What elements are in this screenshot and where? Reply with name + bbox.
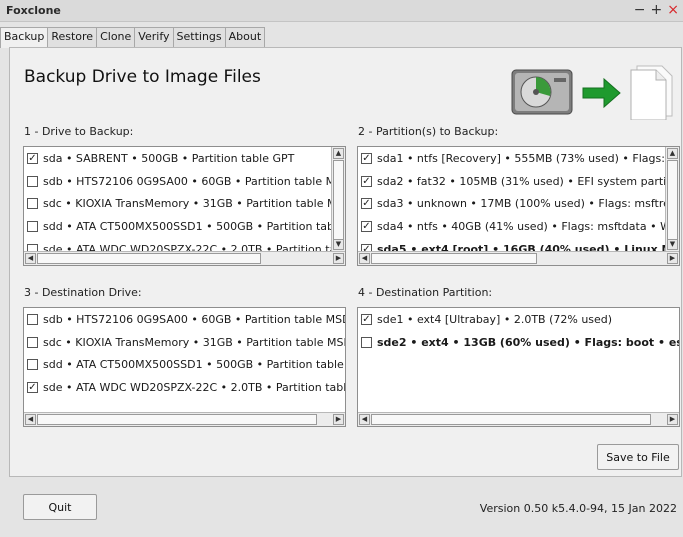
checkbox[interactable] [27,198,38,210]
scroll-left-icon[interactable]: ◀ [25,253,36,264]
destination-partition-label: 4 - Destination Partition: [358,286,493,299]
scroll-down-icon[interactable]: ▼ [333,239,344,250]
destination-drive-list[interactable]: sdb • HTS72106 0G9SA00 • 60GB • Partitio… [23,307,346,427]
list-item[interactable]: ✓ sde • ATA WDC WD20SPZX-22C • 2.0TB • Pa… [24,376,345,399]
tab-verify[interactable]: Verify [134,27,174,47]
list-item[interactable]: ✓ sda5 • ext4 [root] • 16GB (40% used) • … [358,238,665,251]
close-icon[interactable]: × [667,1,679,19]
vertical-scrollbar[interactable]: ▲ ▼ [665,147,679,251]
green-arrow-right-icon [582,77,621,109]
hero-illustration [511,65,673,120]
checkbox[interactable]: ✓ [361,175,372,187]
maximize-icon[interactable]: + [651,1,663,19]
list-item[interactable]: ✓ sda1 • ntfs [Recovery] • 555MB (73% use… [358,147,665,170]
scroll-left-icon[interactable]: ◀ [25,414,36,425]
list-item[interactable]: ✓ sda • SABRENT • 500GB • Partition table… [24,147,331,170]
window-title: Foxclone [6,4,61,17]
list-item[interactable]: ✓ sda3 • unknown • 17MB (100% used) • Fla… [358,192,665,215]
horizontal-scrollbar[interactable]: ◀ ▶ [358,251,679,265]
checkbox[interactable]: ✓ [27,381,38,393]
checkbox[interactable] [27,243,38,251]
destination-partition-list[interactable]: ✓ sde1 • ext4 [Ultrabay] • 2.0TB (72% use… [357,307,680,427]
tab-backup[interactable]: Backup [0,27,49,48]
image-files-icon [630,65,673,120]
scroll-thumb[interactable] [37,414,317,425]
scroll-thumb[interactable] [667,160,678,240]
window-titlebar: Foxclone − + × [0,0,683,22]
drive-to-backup-label: 1 - Drive to Backup: [24,125,134,138]
tab-about[interactable]: About [224,27,266,47]
vertical-scrollbar[interactable]: ▲ ▼ [331,147,345,251]
hard-drive-icon [511,69,573,115]
list-item[interactable]: ✓ sde1 • ext4 [Ultrabay] • 2.0TB (72% use… [358,308,679,331]
checkbox[interactable]: ✓ [27,152,38,164]
destination-drive-label: 3 - Destination Drive: [24,286,142,299]
minimize-icon[interactable]: − [634,1,646,19]
checkbox[interactable] [27,175,38,187]
horizontal-scrollbar[interactable]: ◀ ▶ [358,412,679,426]
scroll-left-icon[interactable]: ◀ [359,253,370,264]
scroll-down-icon[interactable]: ▼ [667,239,678,250]
list-item[interactable]: sdb • HTS72106 0G9SA00 • 60GB • Partitio… [24,170,331,193]
checkbox[interactable] [27,313,38,325]
scroll-thumb[interactable] [333,160,344,240]
tab-clone[interactable]: Clone [96,27,136,47]
scroll-right-icon[interactable]: ▶ [667,253,678,264]
scroll-thumb[interactable] [371,253,537,264]
checkbox[interactable] [27,359,38,371]
save-to-file-button[interactable]: Save to File [597,444,679,470]
list-item[interactable]: sde • ATA WDC WD20SPZX-22C • 2.0TB • Par… [24,238,331,251]
scroll-right-icon[interactable]: ▶ [333,253,344,264]
scroll-right-icon[interactable]: ▶ [667,414,678,425]
scroll-thumb[interactable] [371,414,651,425]
checkbox[interactable] [27,336,38,348]
horizontal-scrollbar[interactable]: ◀ ▶ [24,412,345,426]
checkbox[interactable]: ✓ [361,220,372,232]
scroll-right-icon[interactable]: ▶ [333,414,344,425]
list-item[interactable]: sdc • KIOXIA TransMemory • 31GB • Partit… [24,192,331,215]
tab-bar: Backup Restore Clone Verify Settings Abo… [0,27,266,48]
checkbox[interactable] [361,336,372,348]
version-label: Version 0.50 k5.4.0-94, 15 Jan 2022 [479,502,677,515]
partitions-to-backup-list[interactable]: ✓ sda1 • ntfs [Recovery] • 555MB (73% use… [357,146,680,266]
checkbox[interactable]: ✓ [361,198,372,210]
list-item[interactable]: sdd • ATA CT500MX500SSD1 • 500GB • Parti… [24,215,331,238]
list-item[interactable]: sdb • HTS72106 0G9SA00 • 60GB • Partitio… [24,308,345,331]
checkbox[interactable]: ✓ [361,313,372,325]
list-item[interactable]: ✓ sda4 • ntfs • 40GB (41% used) • Flags: … [358,215,665,238]
window-controls: − + × [634,1,679,19]
list-item[interactable]: sdc • KIOXIA TransMemory • 31GB • Partit… [24,331,345,354]
checkbox[interactable]: ✓ [361,152,372,164]
horizontal-scrollbar[interactable]: ◀ ▶ [24,251,345,265]
scroll-left-icon[interactable]: ◀ [359,414,370,425]
checkbox[interactable]: ✓ [361,243,372,251]
scroll-thumb[interactable] [37,253,261,264]
quit-button[interactable]: Quit [23,494,97,520]
list-item[interactable]: sde2 • ext4 • 13GB (60% used) • Flags: b… [358,331,679,354]
page-title: Backup Drive to Image Files [24,67,261,87]
tab-settings[interactable]: Settings [172,27,226,47]
list-item[interactable]: ✓ sda2 • fat32 • 105MB (31% used) • EFI s… [358,170,665,193]
drive-to-backup-list[interactable]: ✓ sda • SABRENT • 500GB • Partition table… [23,146,346,266]
partitions-to-backup-label: 2 - Partition(s) to Backup: [358,125,499,138]
scroll-up-icon[interactable]: ▲ [667,148,678,159]
list-item[interactable]: sdd • ATA CT500MX500SSD1 • 500GB • Parti… [24,353,345,376]
tab-restore[interactable]: Restore [47,27,98,47]
checkbox[interactable] [27,220,38,232]
scroll-up-icon[interactable]: ▲ [333,148,344,159]
